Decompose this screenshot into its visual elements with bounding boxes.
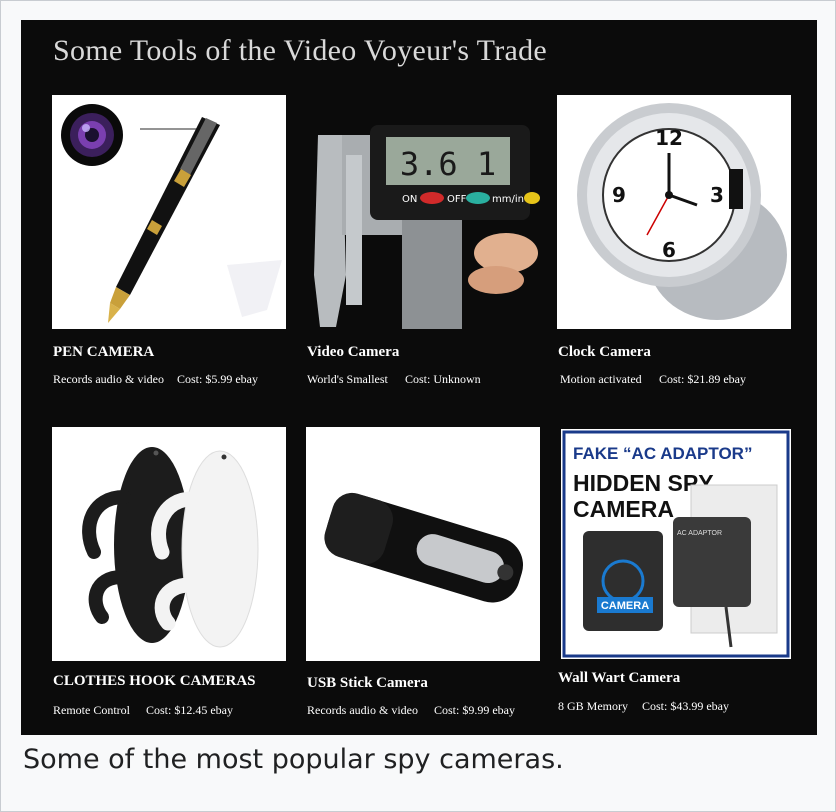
svg-text:12: 12 <box>655 126 683 150</box>
clock-camera-photo: 12 6 9 3 <box>557 95 791 329</box>
item-description: 8 GB Memory <box>558 699 628 713</box>
poster-title: Some Tools of the Video Voyeur's Trade <box>53 34 548 67</box>
svg-text:3: 3 <box>710 183 724 207</box>
item-description: Records audio & video <box>307 703 418 717</box>
svg-text:mm/in: mm/in <box>492 194 524 205</box>
item-cost: Cost: $43.99 ebay <box>642 699 729 713</box>
svg-text:9: 9 <box>612 183 626 207</box>
pen-camera-photo <box>52 95 286 329</box>
poster-image: Some Tools of the Video Voyeur's Trade P… <box>21 20 817 735</box>
item-cost: Cost: $9.99 ebay <box>434 703 515 717</box>
wall-wart-subhead-2: CAMERA <box>573 496 674 522</box>
item-description: World's Smallest <box>307 372 388 386</box>
caliper-display-digits: 3.6 1 <box>400 145 496 183</box>
caliper-camera-photo: 3.6 1 ON OFF mm/in <box>306 95 540 329</box>
item-cost: Cost: $5.99 ebay <box>177 372 258 386</box>
wall-wart-camera-photo: FAKE “AC ADAPTOR” HIDDEN SPY CAMERA AC A… <box>561 429 791 659</box>
figure-caption: Some of the most popular spy cameras. <box>23 744 564 775</box>
item-name: Video Camera <box>307 344 400 360</box>
svg-text:OFF: OFF <box>447 194 467 205</box>
item-name: CLOTHES HOOK CAMERAS <box>53 673 256 689</box>
item-description: Records audio & video <box>53 372 164 386</box>
usb-stick-camera-photo <box>306 427 540 661</box>
svg-text:6: 6 <box>662 238 676 262</box>
item-name: PEN CAMERA <box>53 344 155 360</box>
wall-wart-adapter-label: AC ADAPTOR <box>677 530 722 537</box>
item-name: Wall Wart Camera <box>558 670 681 686</box>
item-cost: Cost: $21.89 ebay <box>659 372 746 386</box>
item-name: USB Stick Camera <box>307 675 428 691</box>
item-description: Motion activated <box>560 372 642 386</box>
item-cost: Cost: Unknown <box>405 372 481 386</box>
item-name: Clock Camera <box>558 344 651 360</box>
wall-wart-pointer-label: CAMERA <box>601 600 649 612</box>
figure-frame: Some Tools of the Video Voyeur's Trade P… <box>0 0 836 812</box>
item-description: Remote Control <box>53 703 130 717</box>
clothes-hook-camera-photo <box>52 427 286 661</box>
item-cost: Cost: $12.45 ebay <box>146 703 233 717</box>
wall-wart-headline: FAKE “AC ADAPTOR” <box>573 444 752 463</box>
svg-text:ON: ON <box>402 194 417 205</box>
